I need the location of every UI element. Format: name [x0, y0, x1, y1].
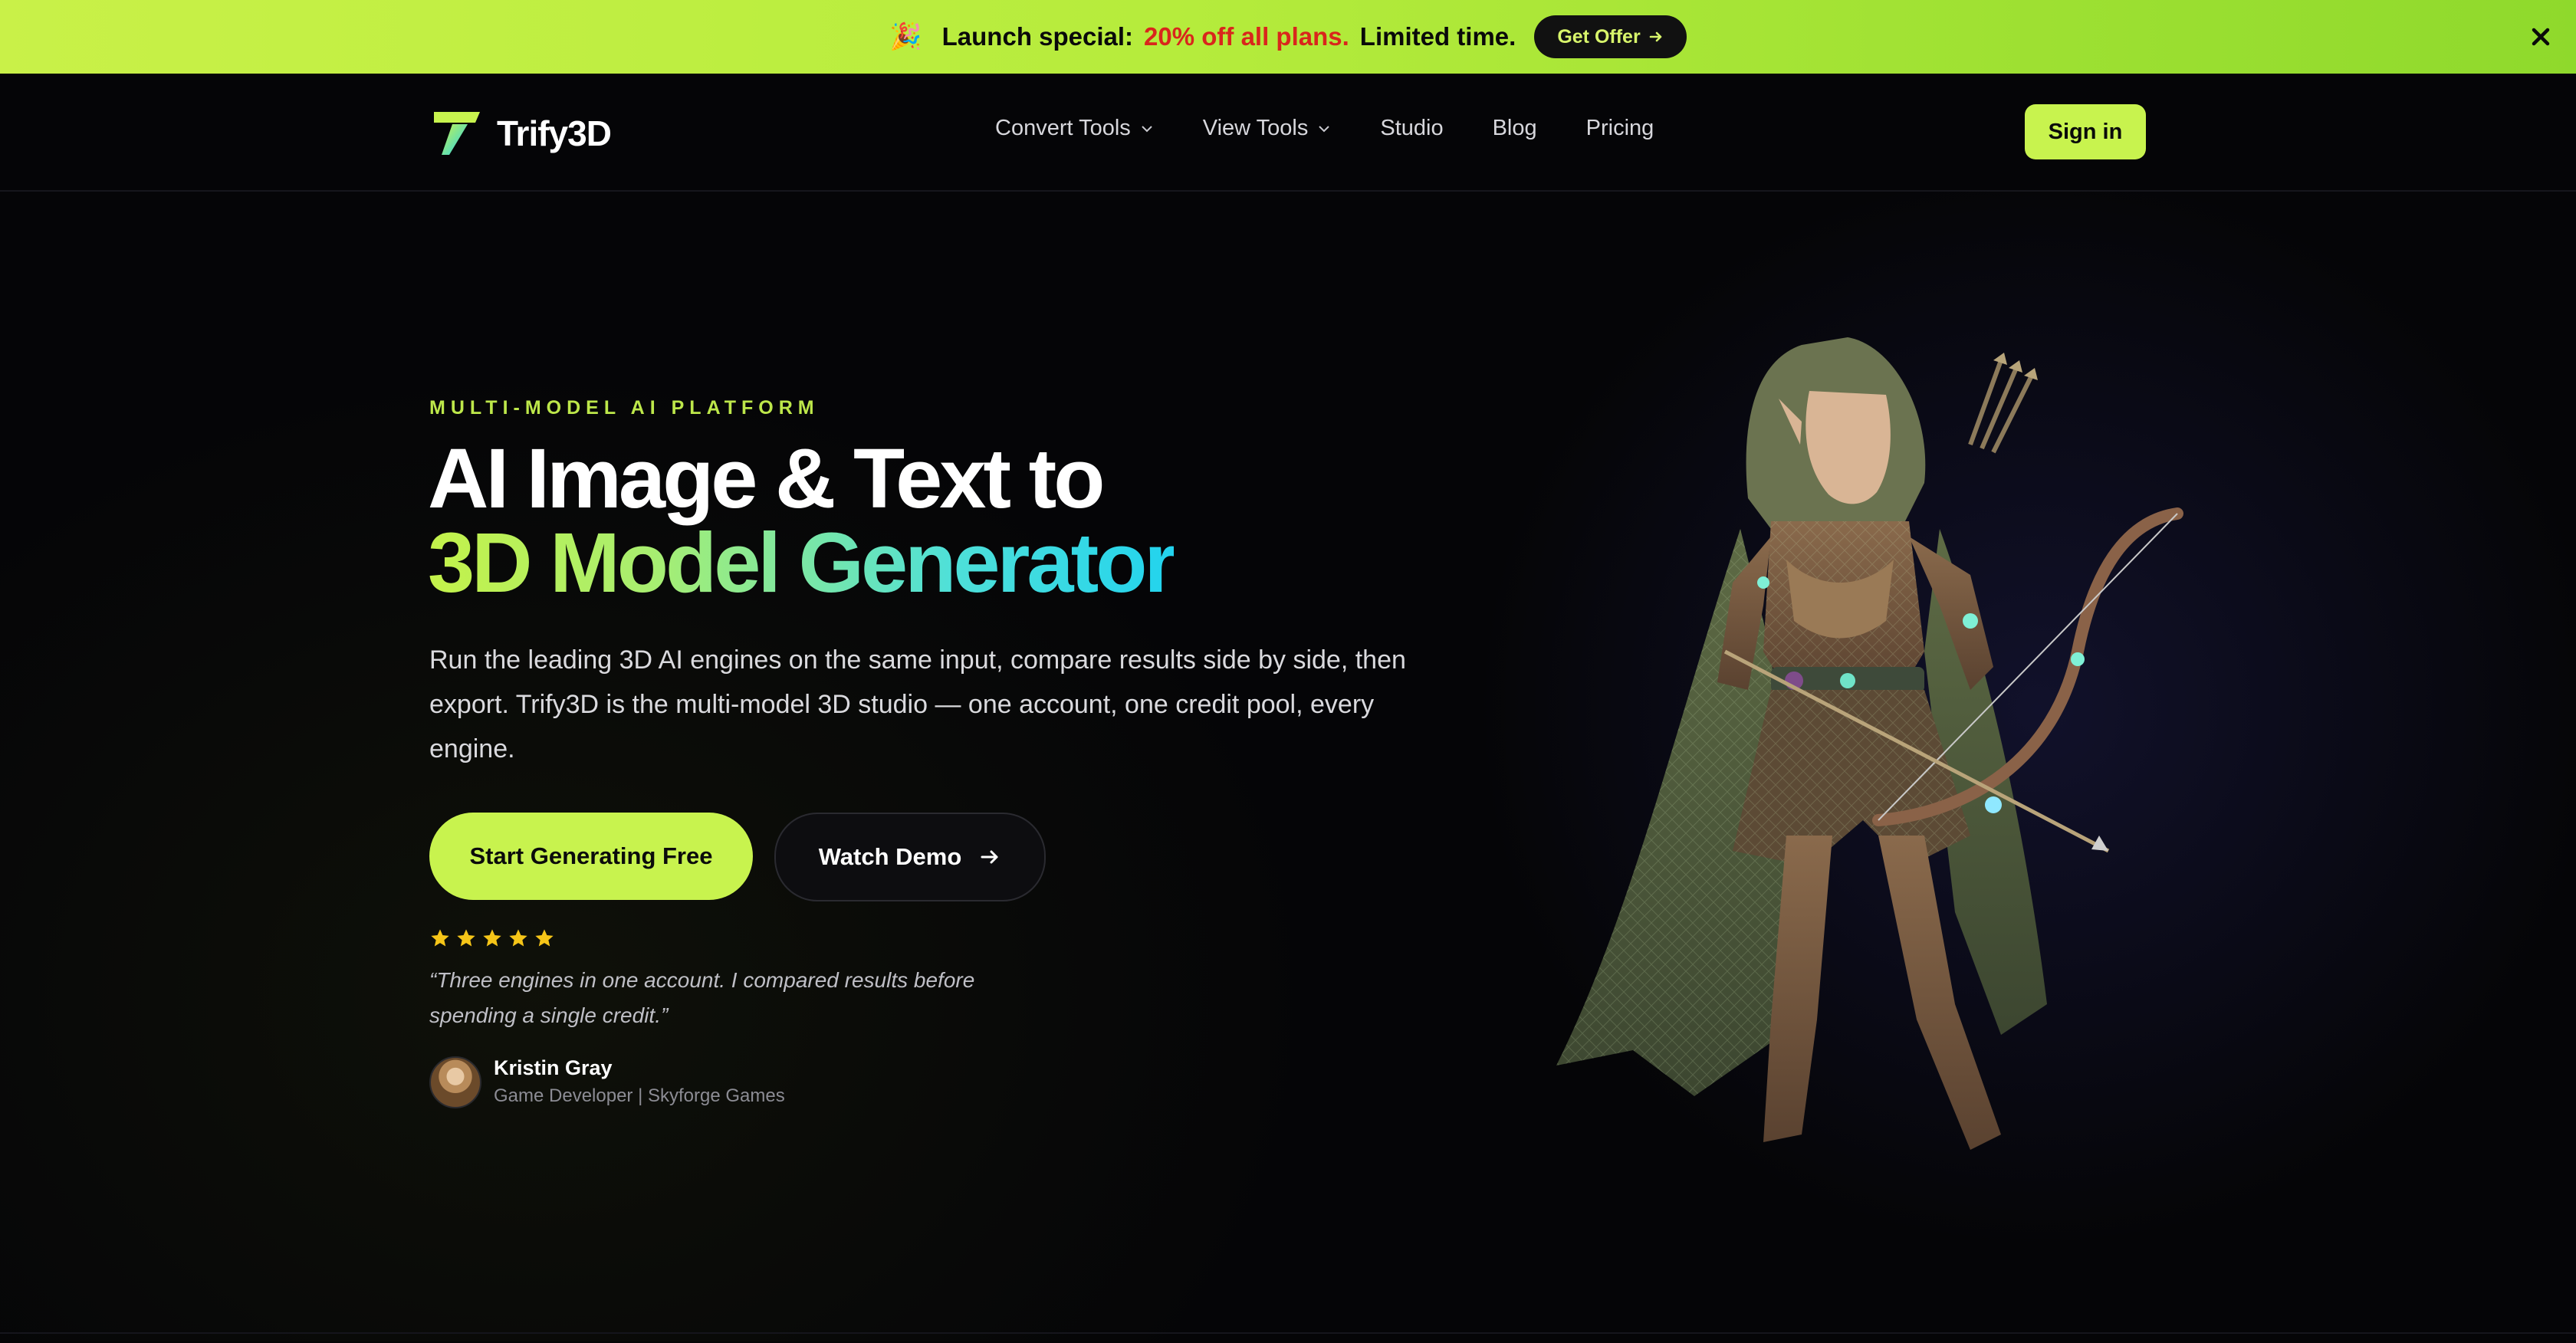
promo-content: 🎉 Launch special: 20% off all plans. Lim… [889, 15, 1687, 58]
watch-demo-label: Watch Demo [818, 843, 962, 870]
star-icon [535, 929, 554, 947]
nav-studio[interactable]: Studio [1380, 116, 1443, 141]
nav-links: Convert Tools View Tools Studio Blog Pri… [995, 116, 1654, 141]
nav-pricing[interactable]: Pricing [1586, 116, 1654, 141]
star-icon [509, 929, 527, 947]
hero-description: Run the leading 3D AI engines on the sam… [429, 645, 1406, 763]
testimonial-author-role: Game Developer | Skyforge Games [494, 1085, 785, 1106]
nav-view-tools-label: View Tools [1202, 116, 1309, 140]
nav-convert-tools[interactable]: Convert Tools [995, 116, 1154, 141]
logo-mark-icon [434, 112, 480, 155]
rating-stars [429, 928, 555, 949]
logo-text: Trify3D [497, 113, 612, 153]
section-divider [0, 1332, 2576, 1334]
close-icon[interactable] [2527, 23, 2555, 51]
nav-convert-tools-label: Convert Tools [995, 116, 1131, 140]
start-generating-button[interactable]: Start Generating Free [429, 813, 753, 900]
get-offer-label: Get Offer [1557, 25, 1641, 48]
hero-eyebrow: MULTI-MODEL AI PLATFORM [429, 397, 820, 419]
top-navigation: Trify3D Convert Tools View Tools Studio … [0, 74, 2576, 192]
elf-archer-3d-model-image [1556, 337, 2183, 1150]
promo-banner: 🎉 Launch special: 20% off all plans. Lim… [0, 0, 2576, 74]
hero-headline-line2: 3D Model Generator [428, 516, 1177, 610]
testimonial-quote: “Three engines in one account. I compare… [429, 968, 975, 1027]
nav-studio-label: Studio [1380, 116, 1444, 140]
nav-blog-label: Blog [1492, 116, 1537, 140]
party-popper-icon: 🎉 [889, 22, 922, 51]
get-offer-button[interactable]: Get Offer [1534, 15, 1687, 58]
promo-label: Launch special: [941, 22, 1134, 51]
avatar [429, 1056, 481, 1108]
nav-blog[interactable]: Blog [1493, 116, 1537, 141]
promo-suffix: Limited time. [1359, 22, 1516, 51]
testimonial-author-name: Kristin Gray [494, 1056, 613, 1079]
logo[interactable]: Trify3D [432, 110, 612, 156]
promo-discount: 20% off all plans. [1144, 22, 1349, 51]
star-icon [431, 929, 449, 947]
sign-in-button[interactable]: Sign in [2025, 104, 2146, 159]
nav-view-tools[interactable]: View Tools [1203, 116, 1332, 141]
chevron-down-icon [1319, 125, 1330, 132]
hero-headline-line1: AI Image & Text to [428, 432, 1105, 526]
hero-headline: AI Image & Text to 3D Model Generator [428, 437, 1177, 606]
chevron-down-icon [1142, 125, 1152, 132]
watch-demo-button[interactable]: Watch Demo [774, 813, 1046, 901]
nav-pricing-label: Pricing [1585, 116, 1654, 140]
arrow-right-icon [981, 850, 998, 864]
star-icon [483, 929, 501, 947]
arrow-right-icon [1649, 31, 1661, 42]
star-icon [457, 929, 475, 947]
